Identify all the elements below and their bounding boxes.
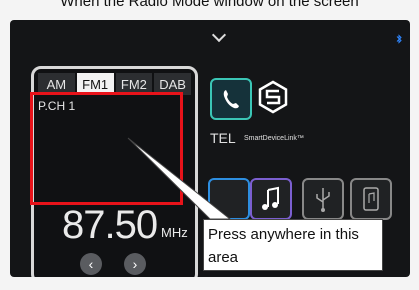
usb-app-button[interactable]: [302, 178, 344, 220]
music-app-button[interactable]: [250, 178, 292, 220]
usb-icon: [316, 188, 330, 212]
music-note-icon: [262, 186, 279, 210]
chevron-down-icon[interactable]: [211, 27, 227, 43]
app-tile-blue[interactable]: [208, 178, 250, 220]
phone-media-app-button[interactable]: [350, 178, 392, 220]
smartdevicelink-icon: [258, 80, 288, 114]
next-station-button[interactable]: ›: [124, 253, 146, 275]
tel-app-button[interactable]: [210, 78, 252, 120]
phone-icon: [223, 90, 239, 109]
tel-label: TEL: [210, 130, 236, 146]
phone-device-icon: [363, 187, 379, 211]
bluetooth-icon: [396, 34, 402, 44]
smartdevicelink-label: SmartDeviceLink™: [244, 135, 304, 142]
previous-station-button[interactable]: ‹: [80, 253, 102, 275]
frequency-display: 87.50: [62, 203, 158, 247]
caption-text: When the Radio Mode window on the screen: [60, 0, 359, 10]
callout-box: Press anywhere in this area: [203, 219, 383, 271]
highlight-rectangle: [30, 92, 183, 205]
frequency-unit: MHz: [161, 225, 188, 240]
smartdevicelink-app-button[interactable]: [254, 78, 292, 116]
